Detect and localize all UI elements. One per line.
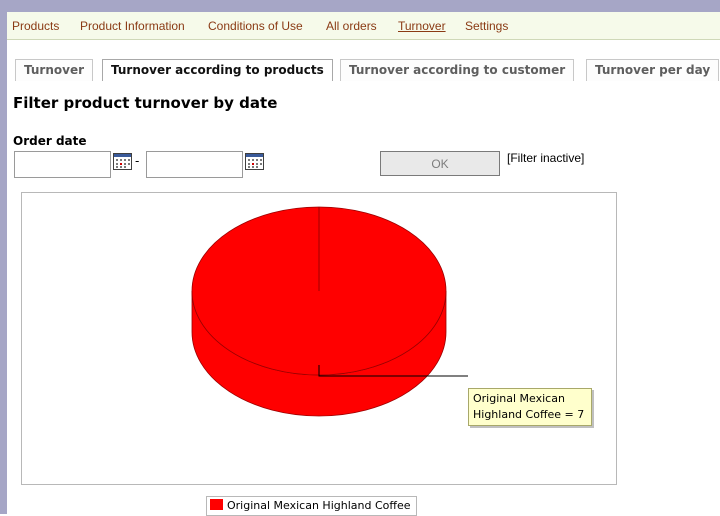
menu-item-product-information[interactable]: Product Information bbox=[80, 19, 185, 33]
date-to-input[interactable] bbox=[146, 151, 243, 178]
menu-item-conditions-of-use[interactable]: Conditions of Use bbox=[208, 19, 303, 33]
window-frame-left bbox=[0, 12, 7, 514]
pie-chart-svg bbox=[191, 206, 468, 417]
ok-button[interactable]: OK bbox=[380, 151, 500, 176]
chart-tooltip: Original Mexican Highland Coffee = 7 bbox=[468, 388, 592, 426]
top-menu: Products Product Information Conditions … bbox=[7, 12, 720, 40]
tab-turnover-by-customer[interactable]: Turnover according to customer bbox=[340, 59, 575, 81]
tab-turnover-by-products[interactable]: Turnover according to products bbox=[102, 59, 333, 81]
filter-status: [Filter inactive] bbox=[507, 151, 585, 165]
tab-turnover-per-day[interactable]: Turnover per day bbox=[586, 59, 720, 81]
date-range-separator: - bbox=[135, 154, 140, 168]
menu-item-turnover[interactable]: Turnover bbox=[398, 19, 446, 33]
pie-chart: Original Mexican Highland Coffee = 7 bbox=[21, 192, 617, 485]
date-from-input[interactable] bbox=[14, 151, 111, 178]
chart-legend: Original Mexican Highland Coffee bbox=[206, 496, 418, 516]
menu-item-all-orders[interactable]: All orders bbox=[326, 19, 377, 33]
tab-turnover[interactable]: Turnover bbox=[15, 59, 93, 81]
calendar-icon[interactable] bbox=[113, 153, 132, 170]
page-title: Filter product turnover by date bbox=[13, 94, 278, 112]
calendar-icon[interactable] bbox=[245, 153, 264, 170]
order-date-label: Order date bbox=[13, 134, 87, 148]
tooltip-line-1: Original Mexican bbox=[473, 392, 565, 405]
tooltip-line-2: Highland Coffee = 7 bbox=[473, 408, 585, 421]
window-frame-top bbox=[0, 0, 720, 12]
menu-item-settings[interactable]: Settings bbox=[465, 19, 508, 33]
menu-item-products[interactable]: Products bbox=[12, 19, 59, 33]
legend-swatch bbox=[210, 499, 223, 510]
legend-label: Original Mexican Highland Coffee bbox=[227, 499, 411, 512]
